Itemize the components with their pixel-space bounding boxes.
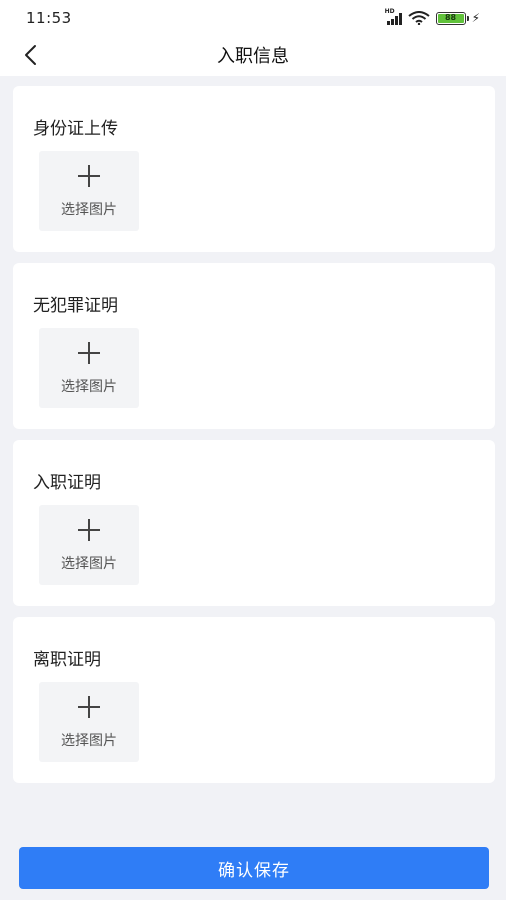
signal-icon: HD <box>385 8 402 25</box>
section-title: 离职证明 <box>33 650 101 670</box>
section-title: 无犯罪证明 <box>33 296 118 316</box>
upload-image-button[interactable]: 选择图片 <box>39 328 139 408</box>
page-title: 入职信息 <box>217 46 289 67</box>
status-bar: 11:53 HD 88 ⚡ <box>0 0 506 34</box>
upload-label: 选择图片 <box>61 202 117 218</box>
nav-bar: 入职信息 <box>0 34 506 76</box>
confirm-save-button[interactable]: 确认保存 <box>19 847 489 889</box>
section-id-card: 身份证上传 选择图片 <box>13 86 495 252</box>
plus-icon <box>78 696 100 718</box>
section-employment-certificate: 入职证明 选择图片 <box>13 440 495 606</box>
upload-label: 选择图片 <box>61 379 117 395</box>
upload-label: 选择图片 <box>61 556 117 572</box>
status-icons: HD 88 ⚡ <box>385 8 480 26</box>
plus-icon <box>78 165 100 187</box>
signal-badge: HD <box>384 7 395 15</box>
upload-image-button[interactable]: 选择图片 <box>39 505 139 585</box>
battery-icon: 88 <box>435 11 469 25</box>
upload-label: 选择图片 <box>61 733 117 749</box>
section-no-criminal-record: 无犯罪证明 选择图片 <box>13 263 495 429</box>
plus-icon <box>78 342 100 364</box>
status-time: 11:53 <box>26 9 72 27</box>
battery-level: 88 <box>437 13 464 23</box>
plus-icon <box>78 519 100 541</box>
upload-sections: 身份证上传 选择图片 无犯罪证明 选择图片 入职证明 选择图片 离职证明 选择图… <box>13 86 495 794</box>
wifi-icon <box>407 11 430 25</box>
upload-image-button[interactable]: 选择图片 <box>39 682 139 762</box>
section-resignation-certificate: 离职证明 选择图片 <box>13 617 495 783</box>
charging-icon: ⚡ <box>471 11 480 25</box>
section-title: 入职证明 <box>33 473 101 493</box>
upload-image-button[interactable]: 选择图片 <box>39 151 139 231</box>
section-title: 身份证上传 <box>33 119 118 139</box>
